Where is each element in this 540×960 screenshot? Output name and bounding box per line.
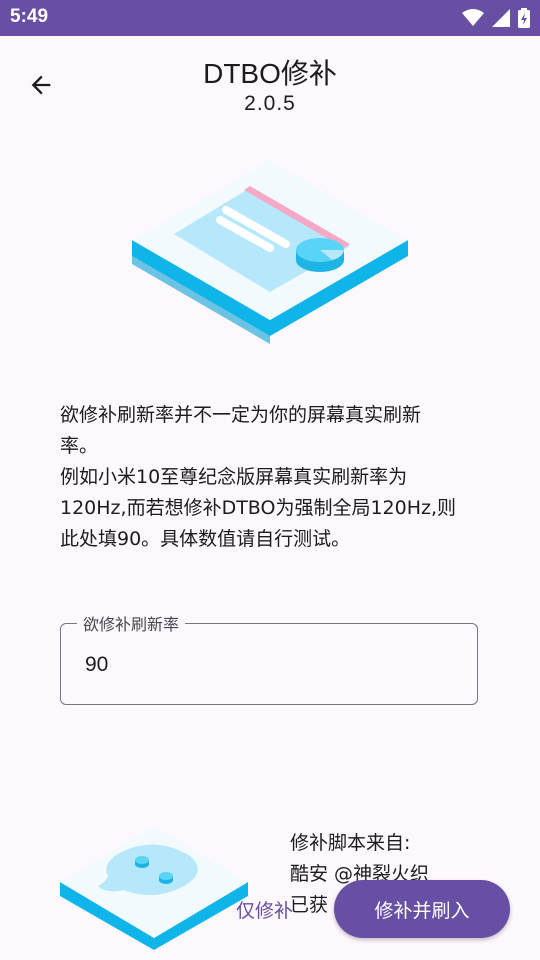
description-line: 120Hz,而若想修补DTBO为强制全局120Hz,则 [60,497,457,519]
wifi-icon [462,9,484,26]
version-label: 2.0.5 [244,92,296,115]
battery-icon [518,8,530,28]
status-time: 5:49 [10,6,49,27]
description-line: 欲修补刷新率并不一定为你的屏幕真实刷新 [60,404,422,426]
credit-line: 修补脚本来自: [290,832,411,854]
description-line: 此处填90。具体数值请自行测试。 [60,528,351,550]
refresh-rate-field: 欲修补刷新率 [60,611,478,705]
status-icons [462,7,530,29]
refresh-rate-label: 欲修补刷新率 [77,611,186,635]
refresh-rate-input[interactable] [83,648,447,682]
description-line: 例如小米10至尊纪念版屏幕真实刷新率为 [60,466,408,488]
patch-and-flash-button[interactable]: 修补并刷入 [334,880,510,938]
page-title: DTBO修补 [203,58,337,89]
signal-icon [492,9,510,27]
patch-only-button[interactable]: 仅修补 [236,896,293,923]
status-bar: 5:49 [0,0,540,36]
chat-illustration [60,826,248,950]
patch-and-flash-label: 修补并刷入 [374,899,470,922]
app-header: DTBO修补 2.0.5 [0,36,540,136]
description-line: 率。 [60,435,99,457]
hero-illustration [132,160,408,344]
description-text: 欲修补刷新率并不一定为你的屏幕真实刷新 率。 例如小米10至尊纪念版屏幕真实刷新… [60,400,490,555]
